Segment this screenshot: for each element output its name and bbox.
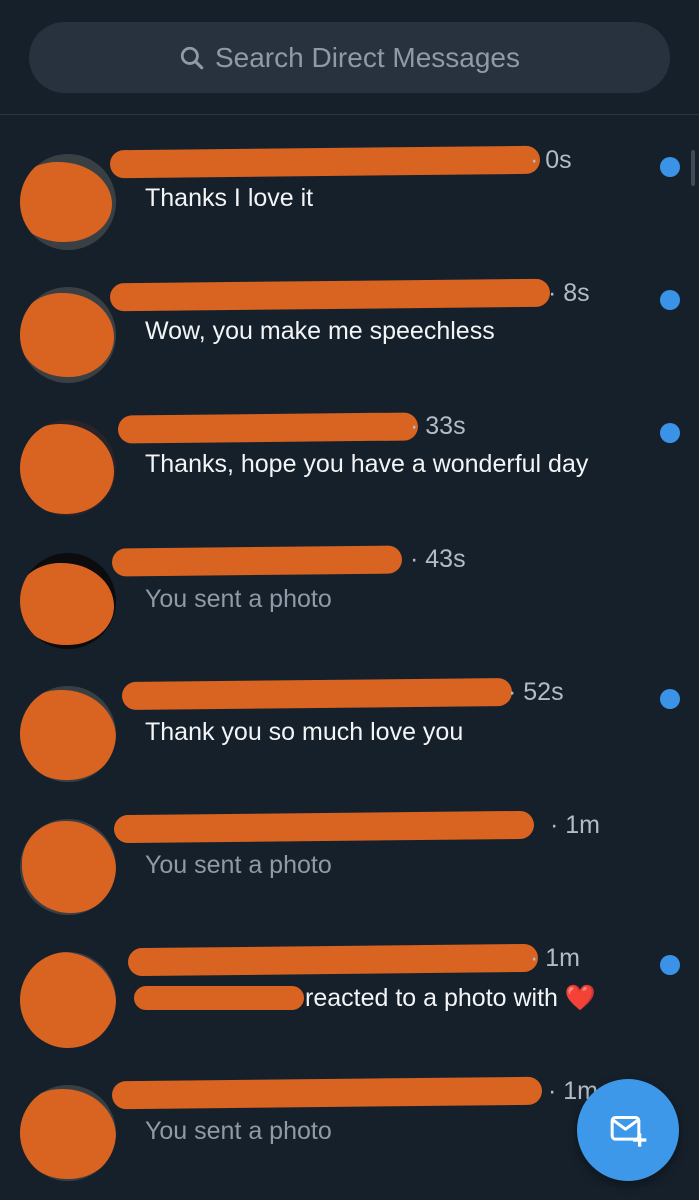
unread-dot [660,423,680,443]
redacted-name [111,1076,543,1110]
conversation-item[interactable]: · 1m You sent a photo [0,797,699,930]
conversation-item[interactable]: · 8s Wow, you make me speechless [0,265,699,398]
message-preview: Thank you so much love you [145,718,464,746]
avatar [20,819,116,915]
unread-dot [660,290,680,310]
new-message-button[interactable] [577,1079,679,1181]
avatar [20,154,116,250]
unread-dot [660,157,680,177]
avatar [20,1085,116,1181]
new-message-icon [610,1116,647,1147]
redacted-name [117,412,419,444]
message-time: · 0s [530,146,572,174]
conversation-item[interactable]: · 1m reacted to a photo with ❤️ [0,930,699,1063]
avatar [20,420,116,516]
redacted-name [127,943,539,977]
message-preview: Thanks, hope you have a wonderful day [145,450,589,478]
search-placeholder: Search Direct Messages [214,41,520,73]
message-preview: reacted to a photo with ❤️ [305,984,597,1012]
search-icon [180,46,204,69]
message-time: · 52s [508,678,564,706]
redacted-name [109,278,551,312]
redacted-name [109,145,541,179]
message-preview: You sent a photo [145,851,332,879]
message-time: · 8s [548,279,590,307]
redacted-name-fragment [134,986,304,1010]
conversation-item[interactable]: · 43s You sent a photo [0,531,699,664]
message-preview: You sent a photo [145,1117,332,1145]
message-preview: Wow, you make me speechless [145,317,495,345]
avatar [20,553,116,649]
redacted-name [121,677,513,711]
message-preview: Thanks I love it [145,184,314,212]
avatar [20,952,116,1048]
message-time: · 33s [410,412,466,440]
redacted-name [111,545,403,577]
conversation-item[interactable]: · 0s Thanks I love it [0,132,699,265]
search-area: Search Direct Messages [0,0,699,115]
unread-dot [660,689,680,709]
message-time: · 1m [550,811,600,839]
conversation-item[interactable]: · 52s Thank you so much love you [0,664,699,797]
search-input[interactable]: Search Direct Messages [29,22,670,93]
message-time: · 1m [530,944,580,972]
message-time: · 43s [410,545,466,573]
message-preview: You sent a photo [145,585,332,613]
avatar [20,686,116,782]
redacted-name [113,810,535,844]
conversation-item[interactable]: · 33s Thanks, hope you have a wonderful … [0,398,699,531]
avatar [20,287,116,383]
unread-dot [660,955,680,975]
